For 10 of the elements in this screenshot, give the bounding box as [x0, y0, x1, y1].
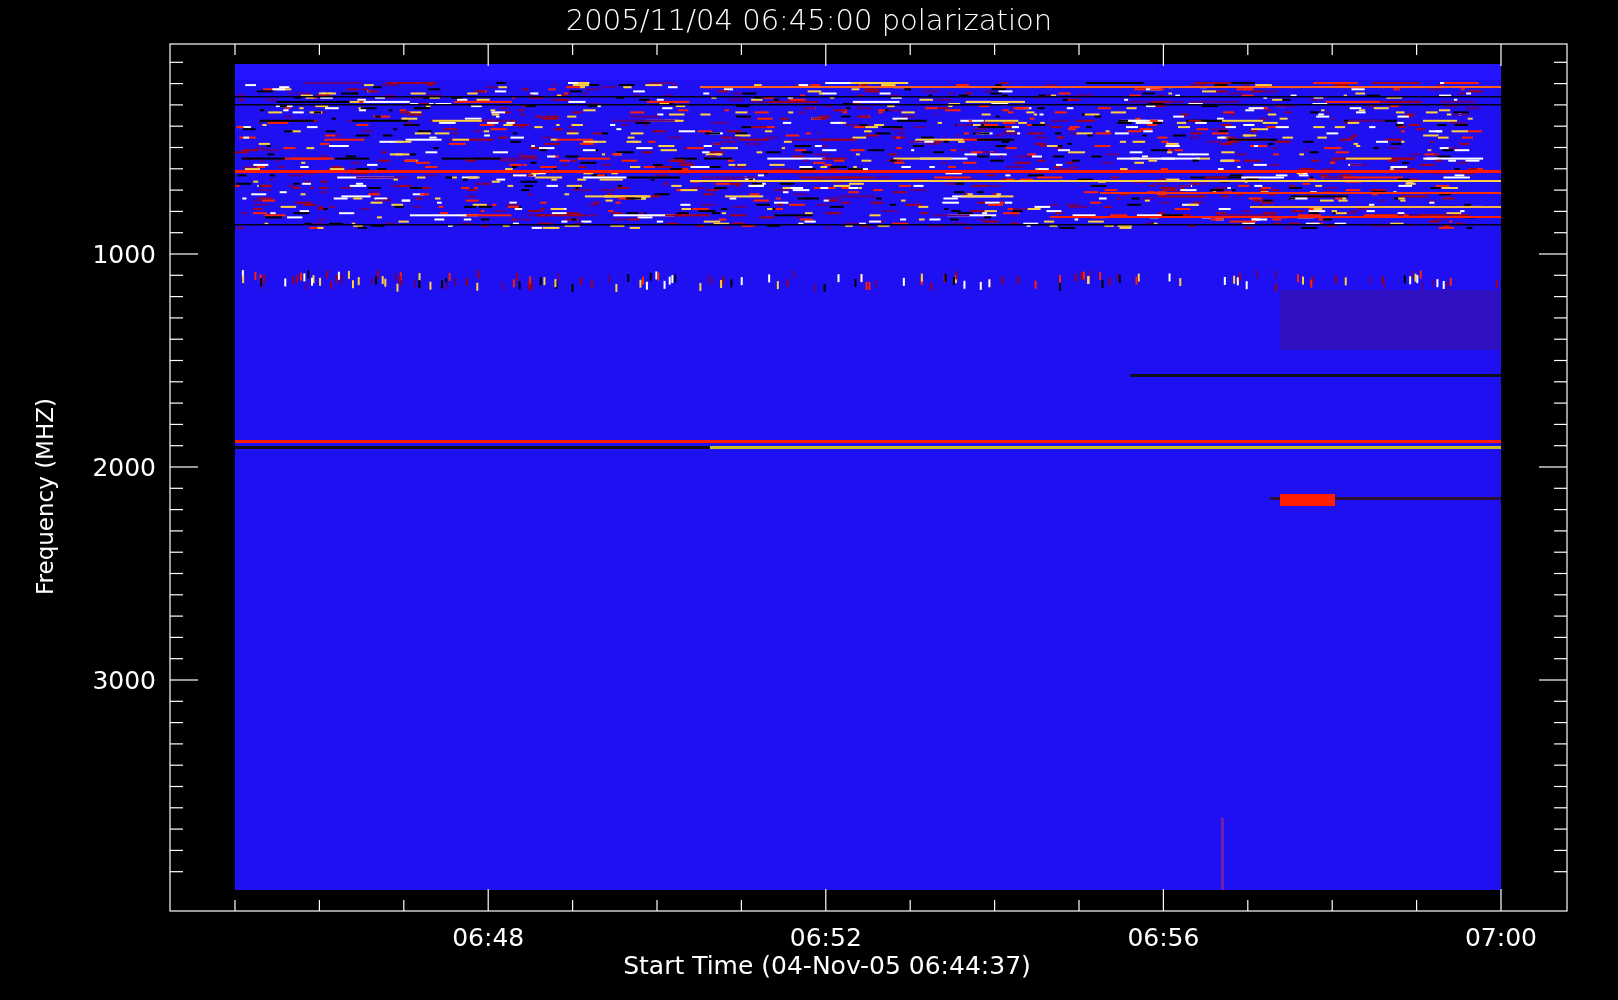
y-axis-label: Frequency (MHZ) [32, 397, 58, 595]
tick-label: 2000 [92, 453, 156, 482]
tick-label: 3000 [92, 666, 156, 695]
tick-label: 06:52 [789, 923, 862, 952]
tick-label: 07:00 [1465, 923, 1537, 952]
x-axis-label: Start Time (04-Nov-05 06:44:37) [623, 952, 1031, 980]
tick-label: 1000 [92, 240, 156, 269]
tick-label: 06:48 [452, 923, 525, 952]
tick-label: 06:56 [1127, 923, 1200, 952]
chart-title: 2005/11/04 06:45:00 polarization [565, 2, 1053, 39]
